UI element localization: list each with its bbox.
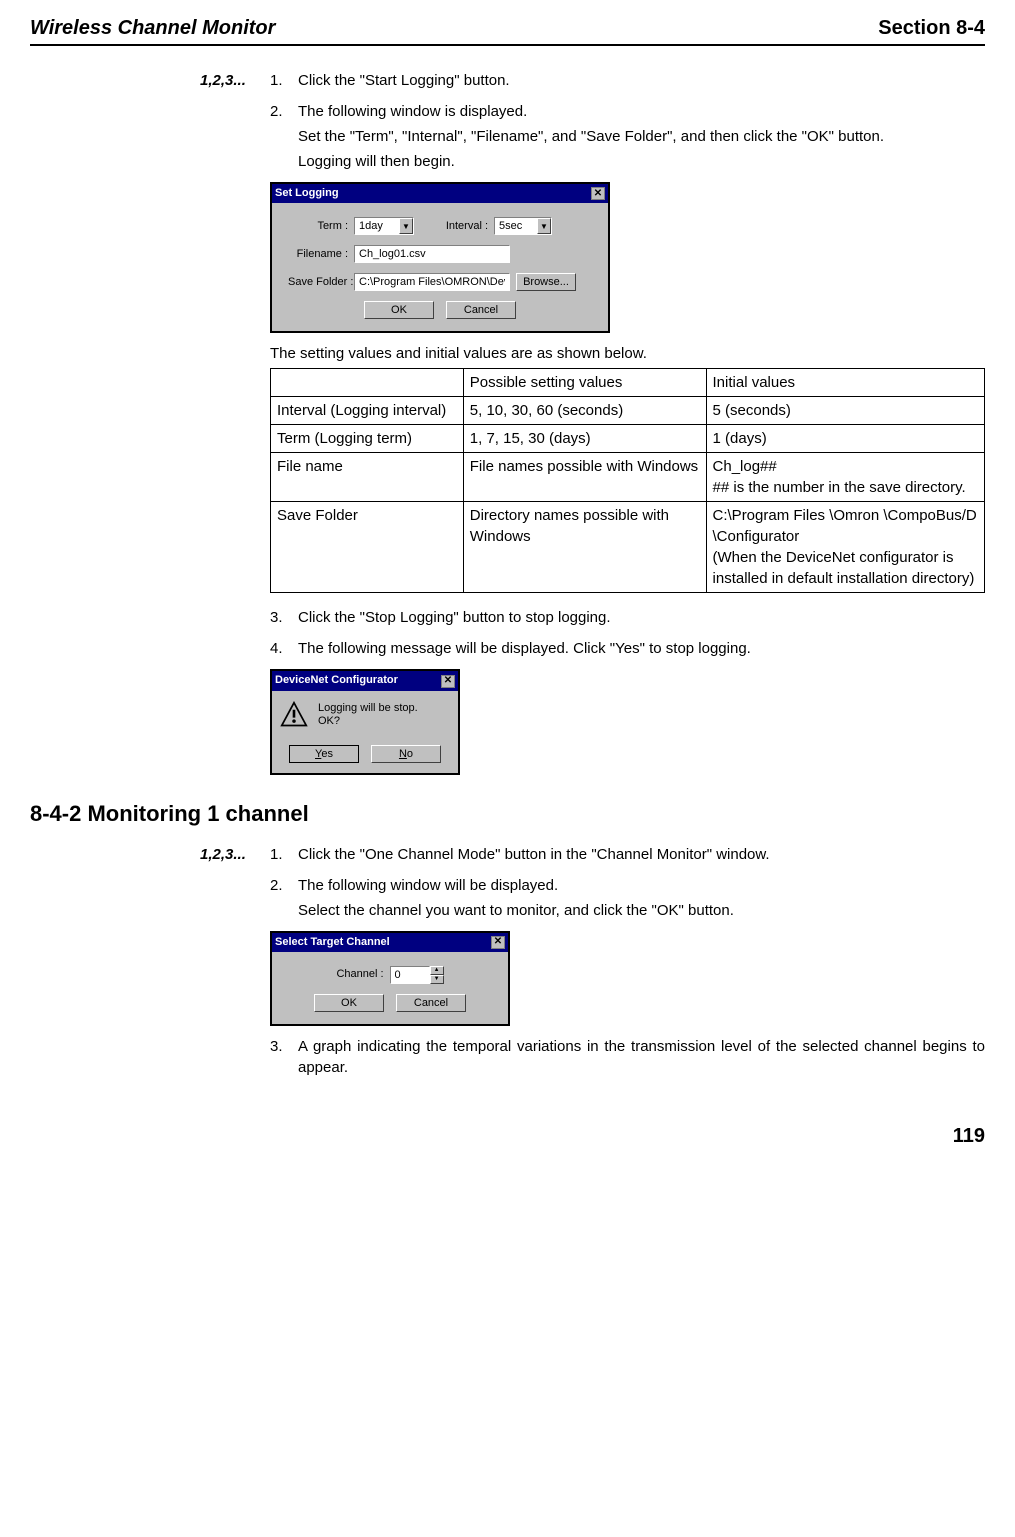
steps-marker: 1,2,3... [200, 70, 246, 91]
step-number: 3. [270, 1036, 298, 1082]
table-cell: Save Folder [271, 502, 464, 593]
table-row: Term (Logging term) 1, 7, 15, 30 (days) … [271, 425, 985, 453]
step-text: Click the "Stop Logging" button to stop … [298, 607, 985, 628]
page-number: 119 [30, 1122, 985, 1150]
interval-label: Interval : [414, 219, 494, 234]
table-row: File name File names possible with Windo… [271, 453, 985, 502]
table-intro: The setting values and initial values ar… [270, 343, 985, 364]
step-text: Click the "Start Logging" button. [298, 70, 985, 91]
term-dropdown[interactable]: 1day ▼ [354, 217, 414, 235]
step-number: 3. [270, 607, 298, 632]
channel-label: Channel : [336, 967, 389, 982]
close-icon[interactable]: ✕ [591, 187, 605, 200]
warning-icon [280, 701, 308, 729]
interval-value: 5sec [495, 219, 537, 234]
ok-button[interactable]: OK [314, 994, 384, 1012]
step-number: 2. [270, 101, 298, 176]
table-header [271, 369, 464, 397]
table-header: Possible setting values [463, 369, 706, 397]
cancel-button[interactable]: Cancel [446, 301, 516, 319]
table-cell: C:\Program Files \Omron \CompoBus/D \Con… [706, 502, 984, 593]
set-logging-dialog: Set Logging ✕ Term : 1day ▼ Interval : 5… [270, 182, 610, 333]
table-cell: File names possible with Windows [463, 453, 706, 502]
step-text: Select the channel you want to monitor, … [298, 900, 985, 921]
table-cell: 5 (seconds) [706, 397, 984, 425]
step-text: The following window will be displayed. [298, 875, 985, 896]
step-number: 1. [270, 844, 298, 869]
filename-label: Filename : [288, 247, 354, 262]
close-icon[interactable]: ✕ [441, 675, 455, 688]
table-cell: 1, 7, 15, 30 (days) [463, 425, 706, 453]
page-header: Wireless Channel Monitor Section 8-4 [30, 14, 985, 46]
table-header: Initial values [706, 369, 984, 397]
steps-marker: 1,2,3... [200, 844, 246, 865]
step-number: 4. [270, 638, 298, 663]
table-row: Save Folder Directory names possible wit… [271, 502, 985, 593]
step-text: Click the "One Channel Mode" button in t… [298, 844, 985, 865]
section-heading: 8-4-2 Monitoring 1 channel [30, 799, 985, 830]
settings-table: Possible setting values Initial values I… [270, 368, 985, 593]
confirm-message: Logging will be stop. [318, 702, 418, 715]
step-number: 1. [270, 70, 298, 95]
table-cell: Ch_log## ## is the number in the save di… [706, 453, 984, 502]
table-row: Interval (Logging interval) 5, 10, 30, 6… [271, 397, 985, 425]
channel-input[interactable] [390, 966, 430, 984]
dialog-title-text: Set Logging [275, 186, 339, 201]
table-cell: Term (Logging term) [271, 425, 464, 453]
table-cell: Directory names possible with Windows [463, 502, 706, 593]
filename-input[interactable] [354, 245, 510, 263]
table-cell: File name [271, 453, 464, 502]
table-cell: 1 (days) [706, 425, 984, 453]
term-value: 1day [355, 219, 399, 234]
save-folder-label: Save Folder : [288, 275, 354, 290]
dialog-titlebar: Select Target Channel ✕ [272, 933, 508, 952]
yes-button[interactable]: Yes [289, 745, 359, 763]
table-cell: 5, 10, 30, 60 (seconds) [463, 397, 706, 425]
spinner-down-icon[interactable]: ▼ [430, 975, 444, 984]
table-cell: Interval (Logging interval) [271, 397, 464, 425]
chevron-down-icon[interactable]: ▼ [537, 218, 551, 234]
no-button[interactable]: No [371, 745, 441, 763]
dialog-title-text: Select Target Channel [275, 935, 390, 950]
browse-button[interactable]: Browse... [516, 273, 576, 291]
step-text: The following message will be displayed.… [298, 638, 985, 659]
confirm-message: OK? [318, 715, 418, 728]
spinner-up-icon[interactable]: ▲ [430, 966, 444, 975]
dialog-titlebar: Set Logging ✕ [272, 184, 608, 203]
confirm-dialog: DeviceNet Configurator ✕ Logging will be… [270, 669, 460, 774]
step-text: A graph indicating the temporal variatio… [298, 1036, 985, 1078]
dialog-title-text: DeviceNet Configurator [275, 673, 398, 688]
chevron-down-icon[interactable]: ▼ [399, 218, 413, 234]
step-text: Logging will then begin. [298, 151, 985, 172]
step-text: The following window is displayed. [298, 101, 985, 122]
step-number: 2. [270, 875, 298, 925]
cancel-button[interactable]: Cancel [396, 994, 466, 1012]
header-section: Section 8-4 [878, 14, 985, 42]
close-icon[interactable]: ✕ [491, 936, 505, 949]
channel-spinner[interactable]: ▲ ▼ [390, 966, 444, 984]
term-label: Term : [288, 219, 354, 234]
select-channel-dialog: Select Target Channel ✕ Channel : ▲ ▼ OK [270, 931, 510, 1026]
interval-dropdown[interactable]: 5sec ▼ [494, 217, 552, 235]
save-folder-input[interactable] [354, 273, 510, 291]
header-title: Wireless Channel Monitor [30, 14, 275, 42]
ok-button[interactable]: OK [364, 301, 434, 319]
dialog-titlebar: DeviceNet Configurator ✕ [272, 671, 458, 690]
step-text: Set the "Term", "Internal", "Filename", … [298, 126, 985, 147]
